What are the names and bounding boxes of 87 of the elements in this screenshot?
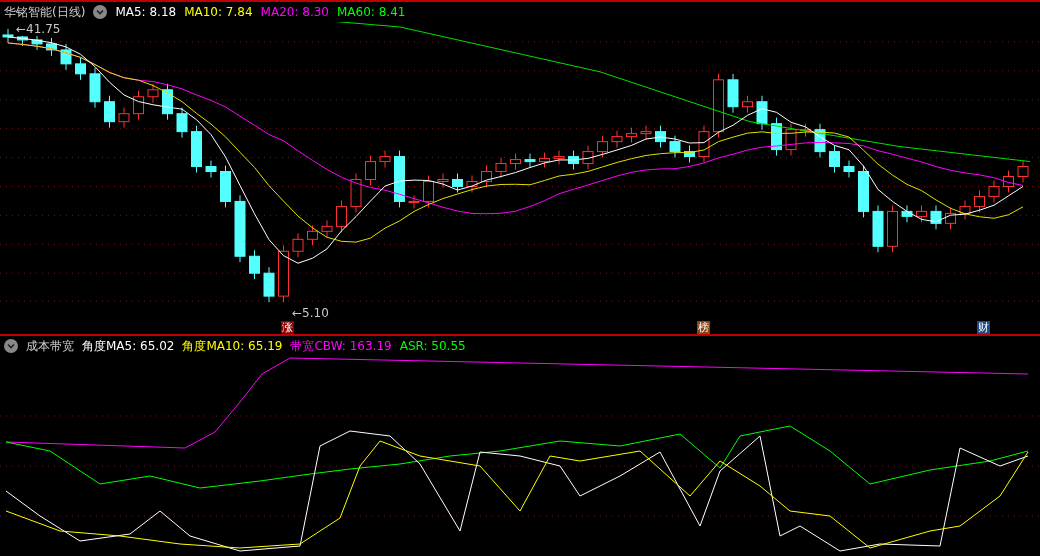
candlestick (2, 28, 14, 44)
candlestick (771, 117, 782, 157)
event-tag[interactable]: 财 (977, 321, 990, 334)
indicator-value: ASR: 50.55 (399, 339, 466, 353)
candlestick (829, 145, 840, 173)
candlestick (713, 73, 724, 139)
candlestick (336, 199, 347, 233)
candlestick (147, 83, 159, 104)
candlestick (162, 83, 173, 121)
candlestick (945, 206, 956, 230)
candlestick (133, 90, 144, 121)
candlestick (408, 194, 420, 209)
candlestick (872, 204, 884, 253)
candlestick (916, 204, 927, 223)
candlestick (800, 123, 811, 138)
candlestick (568, 150, 579, 171)
candlestick (495, 157, 507, 178)
indicator-value: MA20: 8.30 (260, 5, 329, 19)
candlestick (321, 219, 333, 238)
chevron-down-icon[interactable] (4, 339, 18, 353)
candlestick (597, 135, 608, 159)
candlestick (350, 173, 362, 213)
candlestick (176, 107, 188, 139)
indicator-value: 角度MA5: 65.02 (82, 337, 175, 355)
price-label: ←41.75 (14, 22, 63, 36)
indicator-value: 角度MA10: 65.19 (182, 337, 283, 355)
candlestick (365, 155, 376, 186)
candlestick (263, 266, 275, 303)
candlestick (423, 175, 434, 208)
candlestick (727, 73, 739, 114)
candlestick (974, 189, 985, 213)
candlestick (539, 152, 550, 169)
price-label: ←5.10 (290, 306, 331, 320)
indicator-value: MA10: 7.84 (184, 5, 253, 19)
candlestick (553, 150, 565, 166)
candlestick (582, 145, 594, 171)
indicator-title: 成本带宽 (26, 337, 74, 355)
candlestick (1003, 170, 1014, 193)
candlestick (60, 43, 72, 71)
candlestick (669, 135, 681, 159)
candlestick (104, 95, 115, 129)
candlestick (75, 57, 86, 81)
candlestick (959, 199, 971, 220)
candlestick (466, 175, 478, 193)
candlestick (1017, 160, 1029, 183)
candlestick (379, 150, 391, 169)
candlestick (89, 67, 101, 109)
event-tag[interactable]: 涨 (281, 321, 294, 334)
candlestick (785, 123, 797, 157)
indicator-value: 带宽CBW: 163.19 (290, 337, 392, 355)
candlestick (611, 130, 623, 149)
event-tag[interactable]: 榜 (697, 321, 710, 334)
candlestick (626, 127, 637, 144)
candlestick (46, 37, 57, 57)
candlestick (234, 194, 246, 263)
candlestick (814, 123, 826, 159)
chevron-down-icon[interactable] (93, 5, 108, 19)
candlestick (31, 33, 43, 51)
candlestick (698, 125, 710, 164)
candlestick (437, 173, 449, 188)
candlestick (742, 95, 753, 114)
candlestick (394, 150, 405, 208)
candlestick (988, 180, 1000, 203)
candlestick (481, 165, 492, 188)
candlestick (292, 232, 304, 258)
candlestick (930, 204, 942, 230)
candlestick (118, 107, 130, 129)
candlestick (640, 125, 652, 141)
candlestick (887, 204, 898, 253)
candlestick (278, 244, 289, 303)
candlestick (307, 224, 318, 246)
candlestick (901, 204, 913, 223)
indicator-value: MA60: 8.41 (337, 5, 406, 19)
candlestick (684, 145, 695, 164)
candlestick (843, 160, 855, 178)
candlestick (858, 165, 869, 218)
candlestick (756, 95, 768, 131)
candlestick (524, 153, 536, 169)
candlestick (249, 249, 260, 280)
candlestick (205, 160, 217, 178)
candlestick (510, 153, 521, 171)
candlestick (191, 125, 202, 173)
stock-title: 华铭智能(日线) (4, 3, 86, 21)
candlestick (452, 173, 463, 193)
candlestick (655, 125, 666, 149)
indicator-value: MA5: 8.18 (115, 5, 177, 19)
candlestick (220, 165, 231, 208)
